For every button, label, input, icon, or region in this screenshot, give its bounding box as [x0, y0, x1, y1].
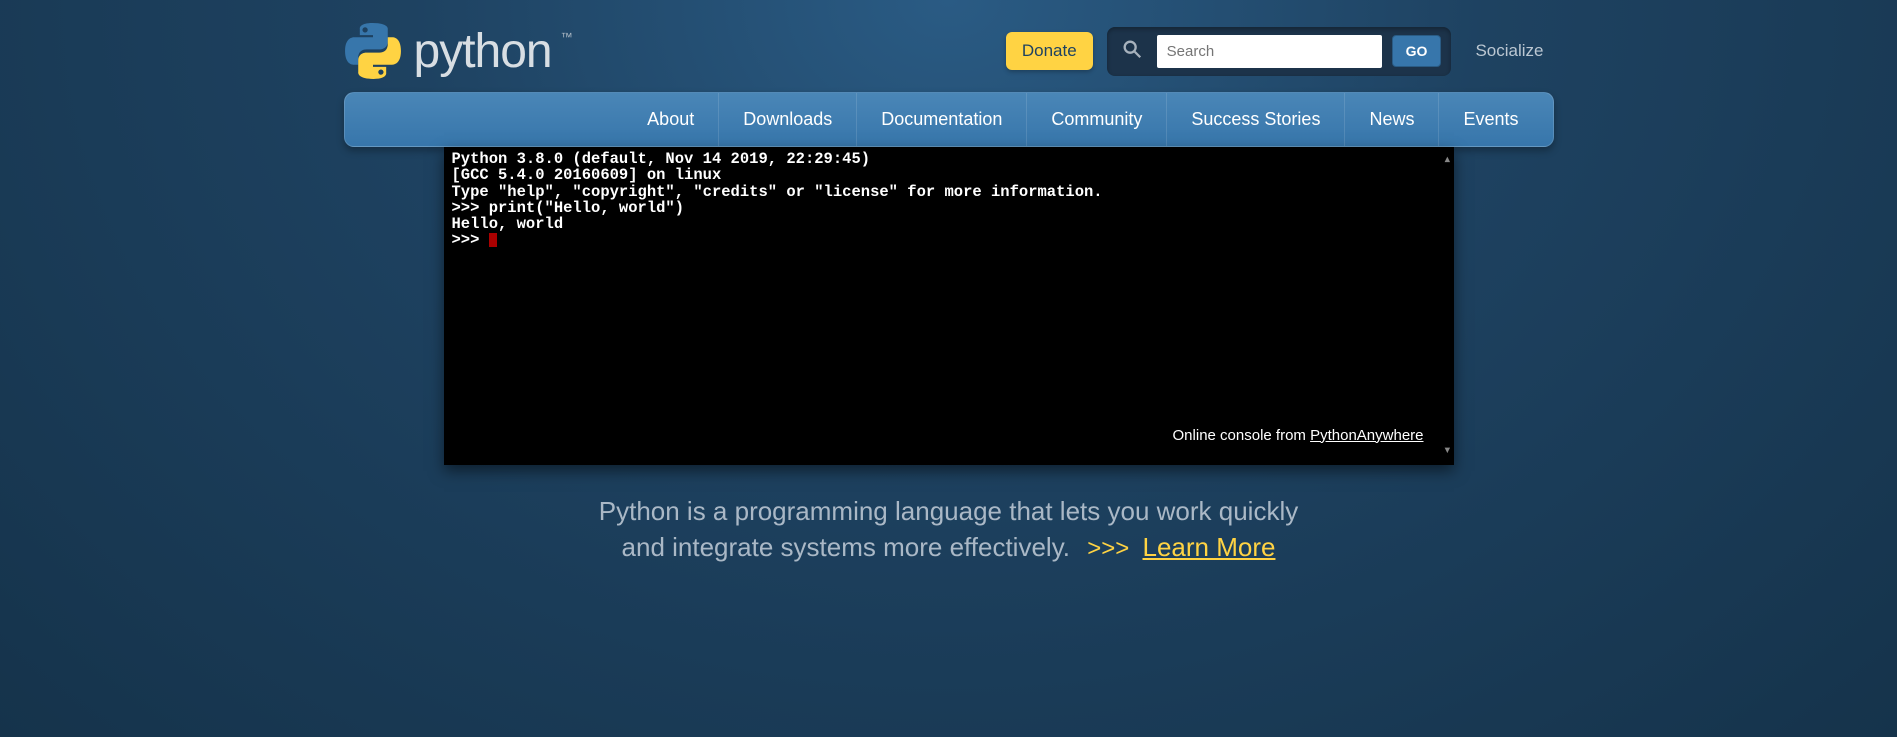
tagline-line2: and integrate systems more effectively. … — [0, 529, 1897, 566]
main-nav: About Downloads Documentation Community … — [344, 92, 1554, 147]
tagline: Python is a programming language that le… — [0, 493, 1897, 566]
python-logo-icon — [344, 22, 402, 80]
nav-about[interactable]: About — [623, 93, 718, 146]
console-prompt-line: >>> — [452, 232, 1446, 248]
logo-text: python™ — [414, 24, 552, 79]
tagline-line1: Python is a programming language that le… — [0, 493, 1897, 529]
console-attribution: Online console from PythonAnywhere — [1148, 412, 1424, 459]
nav-documentation[interactable]: Documentation — [856, 93, 1026, 146]
console-line: >>> print("Hello, world") — [452, 200, 1446, 216]
header: python™ Donate GO Socialize — [344, 0, 1554, 92]
nav-downloads[interactable]: Downloads — [718, 93, 856, 146]
trademark-symbol: ™ — [561, 30, 572, 44]
learn-more-link[interactable]: Learn More — [1143, 532, 1276, 562]
search-bar: GO — [1107, 27, 1452, 76]
scroll-down-icon[interactable]: ▾ — [1443, 444, 1451, 459]
nav-success-stories[interactable]: Success Stories — [1166, 93, 1344, 146]
scroll-up-icon[interactable]: ▴ — [1443, 153, 1451, 168]
nav-news[interactable]: News — [1344, 93, 1438, 146]
pythonanywhere-link[interactable]: PythonAnywhere — [1310, 427, 1423, 444]
console-line: Python 3.8.0 (default, Nov 14 2019, 22:2… — [452, 151, 1446, 167]
console-line: [GCC 5.4.0 20160609] on linux — [452, 167, 1446, 183]
socialize-link[interactable]: Socialize — [1465, 41, 1553, 61]
interactive-console[interactable]: Python 3.8.0 (default, Nov 14 2019, 22:2… — [444, 147, 1454, 465]
search-input[interactable] — [1157, 35, 1382, 68]
search-icon — [1117, 38, 1147, 65]
search-go-button[interactable]: GO — [1392, 35, 1442, 67]
cursor — [489, 233, 497, 247]
console-line: Type "help", "copyright", "credits" or "… — [452, 184, 1446, 200]
nav-community[interactable]: Community — [1026, 93, 1166, 146]
chevrons-icon: >>> — [1087, 535, 1129, 562]
donate-button[interactable]: Donate — [1006, 32, 1093, 70]
console-line: Hello, world — [452, 216, 1446, 232]
nav-events[interactable]: Events — [1438, 93, 1542, 146]
logo[interactable]: python™ — [344, 22, 552, 80]
